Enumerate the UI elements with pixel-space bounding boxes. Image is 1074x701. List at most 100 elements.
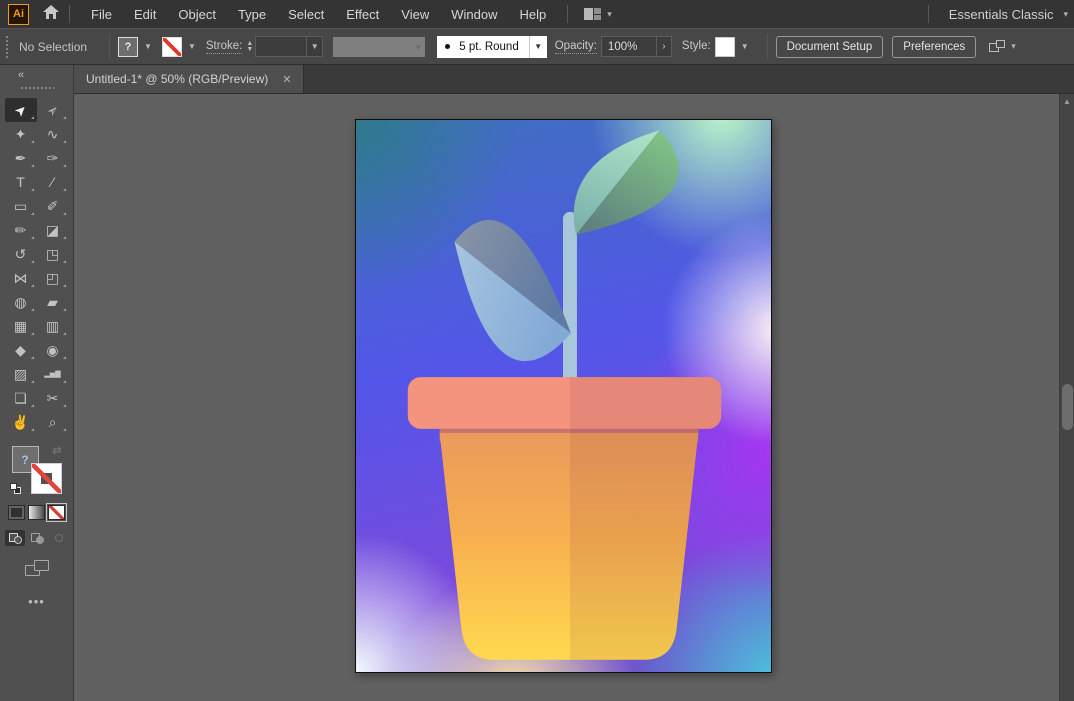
tools-grid: ➤➣✦ ∿ ✒✑T ∕ ▭ ✐ ✏ ◪ ↺ ◳ ⋈◰◍▰▦ ▥ ◆ ◉ ▨ ▂▅▇ ❏✂✌⌕ [5, 98, 69, 434]
rotate-tool-icon: ↺ [15, 246, 27, 263]
canvas[interactable]: ▲ [74, 94, 1074, 701]
artboard-tool[interactable]: ❏ [5, 386, 37, 410]
isolate-selection-icon[interactable] [989, 40, 1005, 54]
color-button[interactable] [8, 505, 25, 520]
menu-edit[interactable]: Edit [123, 7, 167, 22]
perspective-grid-tool[interactable]: ▰ [37, 290, 69, 314]
rotate-tool[interactable]: ↺ [5, 242, 37, 266]
document-setup-button[interactable]: Document Setup [776, 36, 884, 58]
graphic-style-swatch[interactable] [715, 37, 735, 57]
arrange-documents-icon[interactable] [584, 8, 601, 20]
home-icon[interactable] [43, 5, 59, 23]
direct-selection-tool[interactable]: ➣ [37, 98, 69, 122]
magic-wand-tool[interactable]: ✦ [5, 122, 37, 146]
scroll-up-icon[interactable]: ▲ [1060, 97, 1074, 106]
eyedropper-tool[interactable]: ◆ [5, 338, 37, 362]
line-segment-tool-icon: ∕ [51, 174, 53, 190]
panel-grip-handle[interactable] [20, 86, 54, 90]
shaper-tool[interactable]: ✏ [5, 218, 37, 242]
blend-tool[interactable]: ◉ [37, 338, 69, 362]
scrollbar-thumb[interactable] [1062, 384, 1073, 430]
scale-tool[interactable]: ◳ [37, 242, 69, 266]
document-tab-strip: Untitled-1* @ 50% (RGB/Preview) ✕ [74, 65, 1074, 94]
menu-object[interactable]: Object [167, 7, 227, 22]
panel-grip-handle[interactable] [5, 35, 9, 59]
line-segment-tool[interactable]: ∕ [37, 170, 69, 194]
chevron-down-icon[interactable]: ▾ [1063, 9, 1068, 20]
change-screen-mode-icon[interactable] [25, 560, 49, 578]
shaper-tool-icon: ✏ [15, 222, 27, 239]
collapse-panel-icon[interactable]: « [18, 69, 24, 81]
menu-window[interactable]: Window [440, 7, 508, 22]
chevron-down-icon[interactable]: ▾ [1011, 41, 1016, 52]
default-fill-stroke-icon[interactable] [10, 483, 21, 494]
paintbrush-tool[interactable]: ✐ [37, 194, 69, 218]
menu-select[interactable]: Select [277, 7, 335, 22]
column-graph-tool-icon: ▂▅▇ [44, 370, 60, 378]
fill-color-swatch[interactable]: ? [118, 37, 138, 57]
blend-tool-icon: ◉ [46, 342, 58, 359]
menu-view[interactable]: View [390, 7, 440, 22]
pot-right-shade [570, 364, 734, 668]
menu-effect[interactable]: Effect [335, 7, 390, 22]
draw-normal-button[interactable] [5, 530, 25, 546]
stroke-color-swatch[interactable] [162, 37, 182, 57]
shape-builder-tool[interactable]: ◍ [5, 290, 37, 314]
chevron-down-icon[interactable]: ▼ [141, 40, 155, 53]
selection-tool[interactable]: ➤ [5, 98, 37, 122]
curvature-tool[interactable]: ✑ [37, 146, 69, 170]
stroke-indicator[interactable] [31, 463, 62, 494]
menu-type[interactable]: Type [227, 7, 277, 22]
scale-tool-icon: ◳ [46, 246, 59, 263]
vertical-scrollbar[interactable]: ▲ [1059, 94, 1074, 701]
stroke-label[interactable]: Stroke: [206, 40, 242, 54]
draw-inside-button[interactable] [49, 530, 69, 546]
zoom-tool[interactable]: ⌕ [37, 410, 69, 434]
control-bar: No Selection ? ▼ ▼ Stroke: ▲▼ ▼ ▼ 5 pt. … [0, 28, 1074, 65]
draw-behind-button[interactable] [27, 530, 47, 546]
lasso-tool-icon: ∿ [47, 126, 59, 143]
rectangle-tool-icon: ▭ [14, 198, 27, 215]
none-button[interactable] [48, 505, 65, 520]
chevron-down-icon[interactable]: ▼ [307, 36, 323, 57]
rectangle-tool[interactable]: ▭ [5, 194, 37, 218]
hand-tool[interactable]: ✌ [5, 410, 37, 434]
brush-definition-dropdown[interactable]: 5 pt. Round ▼ [437, 36, 546, 58]
menu-file[interactable]: File [80, 7, 123, 22]
lasso-tool[interactable]: ∿ [37, 122, 69, 146]
chevron-down-icon[interactable]: ▼ [738, 40, 752, 53]
none-slash-icon [32, 464, 61, 493]
pen-tool[interactable]: ✒ [5, 146, 37, 170]
gradient-tool[interactable]: ▥ [37, 314, 69, 338]
chevron-down-icon[interactable]: ▼ [529, 36, 547, 58]
width-tool[interactable]: ⋈ [5, 266, 37, 290]
divider [928, 5, 929, 23]
divider [69, 5, 70, 23]
chevron-down-icon[interactable]: ▼ [185, 40, 199, 53]
free-transform-tool[interactable]: ◰ [37, 266, 69, 290]
opacity-label[interactable]: Opacity: [555, 40, 597, 54]
stroke-weight-stepper[interactable]: ▲▼ [246, 41, 253, 53]
swap-fill-stroke-icon[interactable]: ⇄ [52, 444, 61, 457]
chevron-down-icon[interactable]: ▾ [607, 9, 612, 20]
close-icon[interactable]: ✕ [282, 73, 291, 86]
artboard[interactable] [355, 119, 772, 673]
edit-toolbar-button[interactable]: ••• [28, 594, 45, 609]
symbol-sprayer-tool[interactable]: ▨ [5, 362, 37, 386]
mesh-tool[interactable]: ▦ [5, 314, 37, 338]
column-graph-tool[interactable]: ▂▅▇ [37, 362, 69, 386]
menu-help[interactable]: Help [508, 7, 557, 22]
workspace-switcher[interactable]: Essentials Classic [949, 7, 1054, 22]
preferences-button[interactable]: Preferences [892, 36, 976, 58]
stroke-weight-input[interactable] [255, 36, 307, 57]
brush-dot-icon [445, 44, 450, 49]
opacity-input[interactable]: 100% [601, 36, 657, 57]
type-tool[interactable]: T [5, 170, 37, 194]
slice-tool[interactable]: ✂ [37, 386, 69, 410]
document-tab[interactable]: Untitled-1* @ 50% (RGB/Preview) ✕ [74, 65, 304, 93]
opacity-expand-arrow[interactable]: › [657, 36, 672, 57]
gradient-tool-icon: ▥ [46, 318, 59, 335]
eraser-tool[interactable]: ◪ [37, 218, 69, 242]
gradient-button[interactable] [28, 505, 45, 520]
illustrator-logo-icon[interactable]: Ai [8, 4, 29, 25]
